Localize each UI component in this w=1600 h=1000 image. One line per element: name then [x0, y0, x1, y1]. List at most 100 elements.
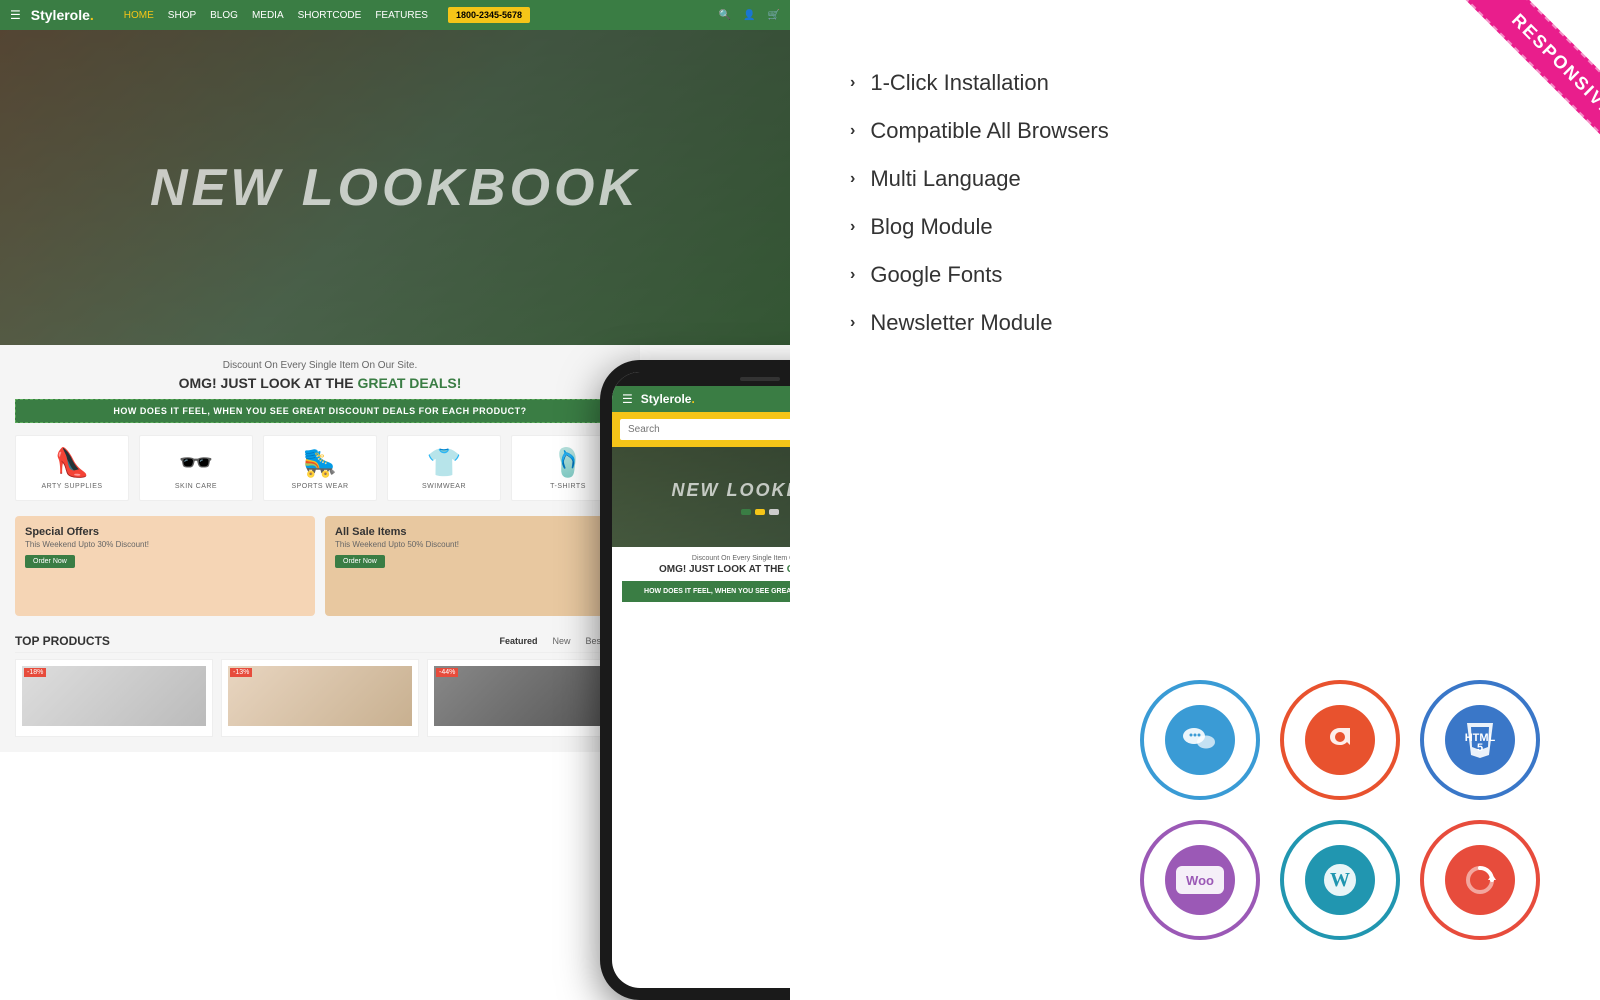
category-skincare[interactable]: 🕶️ SKIN CARE	[139, 435, 253, 501]
mobile-screen: ☰ Stylerole. 👤 🛒 Items(0) 🔍 NEW LOOKBOOK	[612, 372, 790, 988]
user-icon[interactable]: 👤	[743, 10, 755, 21]
logo-dot: .	[90, 7, 94, 23]
mobile-logo: Stylerole.	[641, 392, 695, 406]
prestashop-inner	[1305, 705, 1375, 775]
product-img-2: -13%	[228, 666, 412, 726]
wordpress-icon[interactable]: W	[1280, 820, 1400, 940]
order-btn-1[interactable]: Order Now	[25, 555, 75, 568]
skincare-label: SKIN CARE	[145, 483, 247, 490]
nav-links: HOME SHOP BLOG MEDIA SHORTCODE FEATURES	[124, 10, 428, 21]
shop-section: Discount On Every Single Item On Our Sit…	[0, 345, 640, 752]
desktop-logo: Stylerole.	[31, 7, 94, 23]
feature-text-6: Newsletter Module	[870, 310, 1052, 336]
product-card-3[interactable]: -44%	[427, 659, 625, 737]
feature-item-4: › Blog Module	[850, 214, 1540, 240]
hero-image: NEW LOOKBOOK	[0, 30, 790, 345]
category-arty[interactable]: 👠 ARTY SUPPLIES	[15, 435, 129, 501]
mobile-search-input[interactable]	[620, 419, 790, 440]
mobile-discount-line: Discount On Every Single Item On Our Sit…	[622, 555, 790, 562]
omg-headline: OMG! JUST LOOK AT THE GREAT DEALS!	[15, 375, 625, 391]
html5-icon[interactable]: HTML 5	[1420, 680, 1540, 800]
nav-blog[interactable]: BLOG	[210, 10, 238, 21]
opencart-inner	[1445, 845, 1515, 915]
tab-featured[interactable]: Featured	[499, 636, 537, 646]
phone-button[interactable]: 1800-2345-5678	[448, 7, 530, 23]
offer-title-1: Special Offers	[25, 526, 305, 538]
product-card-2[interactable]: -13%	[221, 659, 419, 737]
feature-text-2: Compatible All Browsers	[870, 118, 1108, 144]
dot-2[interactable]	[755, 509, 765, 515]
mobile-carousel-dots	[741, 509, 779, 515]
hamburger-icon: ☰	[10, 8, 21, 22]
product-card-1[interactable]: -18%	[15, 659, 213, 737]
svg-text:5: 5	[1477, 742, 1483, 754]
tab-new[interactable]: New	[552, 636, 570, 646]
mobile-hero: NEW LOOKBOOK	[612, 447, 790, 547]
wordpress-inner: W	[1305, 845, 1375, 915]
top-products-title: TOP PRODUCTS	[15, 634, 110, 648]
dot-1[interactable]	[741, 509, 751, 515]
mobile-content: Discount On Every Single Item On Our Sit…	[612, 547, 790, 610]
nav-shop[interactable]: SHOP	[168, 10, 196, 21]
responsive-banner: RESPONSIVE	[1410, 0, 1600, 190]
offers-row: Special Offers This Weekend Upto 30% Dis…	[15, 516, 625, 616]
woo-inner: Woo	[1165, 845, 1235, 915]
arrow-icon-4: ›	[850, 218, 855, 236]
opencart-icon[interactable]	[1420, 820, 1540, 940]
discount-line: Discount On Every Single Item On Our Sit…	[15, 360, 625, 371]
nav-home[interactable]: HOME	[124, 10, 154, 21]
hero-text: NEW LOOKBOOK	[150, 158, 640, 218]
nav-shortcode[interactable]: SHORTCODE	[298, 10, 362, 21]
arty-label: ARTY SUPPLIES	[21, 483, 123, 490]
woo-icon[interactable]: Woo	[1140, 820, 1260, 940]
nav-features[interactable]: FEATURES	[375, 10, 428, 21]
feature-item-5: › Google Fonts	[850, 262, 1540, 288]
product-img-1: -18%	[22, 666, 206, 726]
offer-sale: All Sale Items This Weekend Upto 50% Dis…	[325, 516, 625, 616]
product-img-3: -44%	[434, 666, 618, 726]
mobile-preview: ☰ Stylerole. 👤 🛒 Items(0) 🔍 NEW LOOKBOOK	[600, 360, 790, 1000]
green-promo-banner: HOW DOES IT FEEL, WHEN YOU SEE GREAT DIS…	[15, 399, 625, 423]
responsive-ribbon: RESPONSIVE	[1456, 0, 1600, 146]
wechat-icon[interactable]	[1140, 680, 1260, 800]
arrow-icon-6: ›	[850, 314, 855, 332]
mobile-green-banner: HOW DOES IT FEEL, WHEN YOU SEE GREAT DIS…	[622, 581, 790, 602]
mobile-header: ☰ Stylerole. 👤 🛒 Items(0)	[612, 386, 790, 412]
arrow-icon-3: ›	[850, 170, 855, 188]
skincare-icon: 🕶️	[145, 446, 247, 479]
feature-text-5: Google Fonts	[870, 262, 1002, 288]
discount-badge-1: -18%	[24, 668, 46, 677]
discount-badge-2: -13%	[230, 668, 252, 677]
mobile-great-deals: GREAT DEALS!	[787, 564, 790, 575]
categories-row: 👠 ARTY SUPPLIES 🕶️ SKIN CARE 🛼 SPORTS WE…	[15, 435, 625, 501]
prestashop-icon[interactable]	[1280, 680, 1400, 800]
arrow-icon-1: ›	[850, 74, 855, 92]
arrow-icon-2: ›	[850, 122, 855, 140]
offer-subtitle-2: This Weekend Upto 50% Discount!	[335, 540, 615, 549]
category-swimwear[interactable]: 👕 SWIMWEAR	[387, 435, 501, 501]
offer-subtitle-1: This Weekend Upto 30% Discount!	[25, 540, 305, 549]
mobile-status-bar	[612, 372, 790, 386]
search-icon[interactable]: 🔍	[719, 10, 731, 21]
mobile-omg-headline: OMG! JUST LOOK AT THE GREAT DEALS!	[622, 564, 790, 575]
order-btn-2[interactable]: Order Now	[335, 555, 385, 568]
category-sports[interactable]: 🛼 SPORTS WEAR	[263, 435, 377, 501]
dot-3[interactable]	[769, 509, 779, 515]
sports-icon: 🛼	[269, 446, 371, 479]
product-row: -18% -13% -44%	[15, 653, 625, 737]
nav-media[interactable]: MEDIA	[252, 10, 284, 21]
top-products-header: TOP PRODUCTS Featured New Bestseller	[15, 626, 625, 653]
arty-icon: 👠	[21, 446, 123, 479]
desktop-preview: ☰ Stylerole. HOME SHOP BLOG MEDIA SHORTC…	[0, 0, 790, 345]
mobile-search-bar: 🔍	[612, 412, 790, 447]
speaker	[740, 377, 780, 381]
browser-nav: ☰ Stylerole. HOME SHOP BLOG MEDIA SHORTC…	[0, 0, 790, 30]
offer-special: Special Offers This Weekend Upto 30% Dis…	[15, 516, 315, 616]
great-deals-highlight: GREAT DEALS!	[357, 375, 461, 391]
sports-label: SPORTS WEAR	[269, 483, 371, 490]
tech-icons-grid: HTML 5 Woo W	[1140, 680, 1540, 940]
cart-icon[interactable]: 🛒	[768, 10, 780, 21]
mobile-hamburger-icon[interactable]: ☰	[622, 392, 633, 406]
discount-badge-3: -44%	[436, 668, 458, 677]
nav-icons: 🔍 👤 🛒	[719, 10, 780, 21]
